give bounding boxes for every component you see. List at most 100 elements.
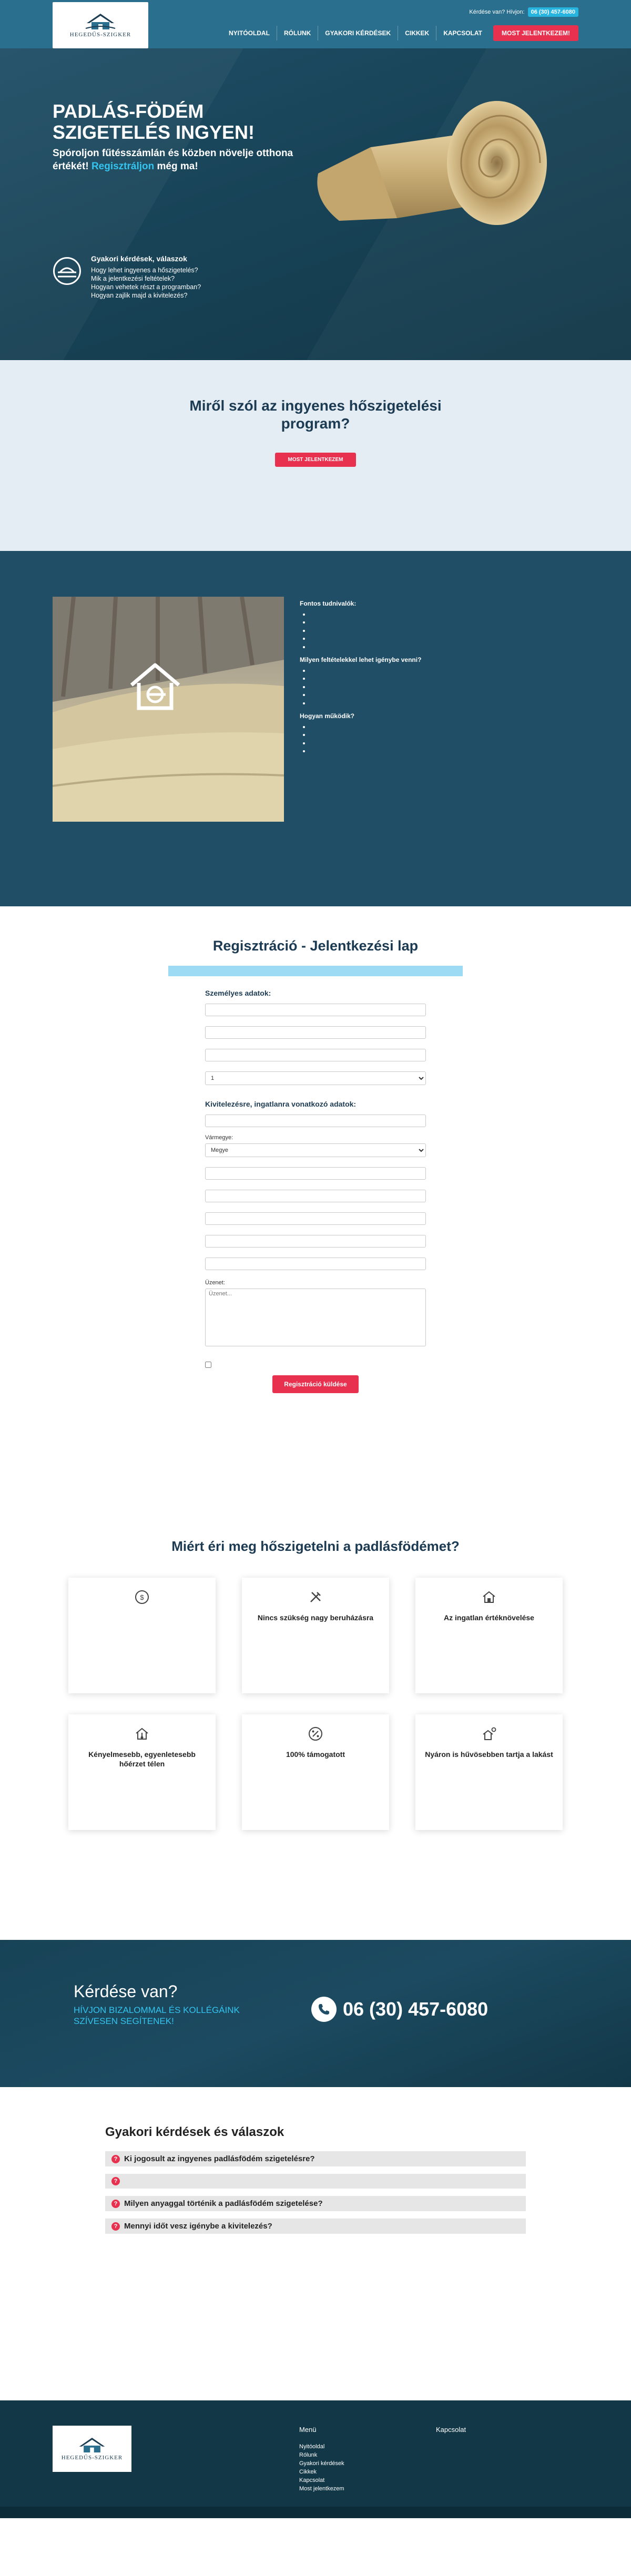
footer-menu-link[interactable]: Rólunk: [299, 2451, 436, 2459]
consent-checkbox[interactable]: [205, 1362, 211, 1368]
hero-faq-title: Gyakori kérdések, válaszok: [91, 254, 187, 263]
contact-subtitle-line: szívesen segítenek!: [74, 2016, 174, 2026]
question-icon: ?: [111, 2222, 120, 2231]
footer-contact: Kapcsolat: [436, 2426, 466, 2493]
message-field[interactable]: [205, 1289, 426, 1346]
details-item: [310, 635, 568, 643]
hero-register-link[interactable]: Regisztráljon: [91, 161, 154, 172]
details-heading-2: Milyen feltételekkel lehet igénybe venni…: [300, 656, 422, 663]
contact-subtitle: Hívjon bizalommal és kollégáink szívesen…: [74, 2005, 240, 2027]
logo-house-icon: [85, 13, 116, 29]
build-year-field[interactable]: [205, 1258, 426, 1270]
registration-section: Regisztráció - Jelentkezési lap Személye…: [0, 906, 631, 1524]
field-label: Vármegye:: [205, 1134, 233, 1141]
contact-phone-number: 06 (30) 457-6080: [343, 1998, 488, 2020]
contact-banner: Kérdése van? Hívjon bizalommal és kollég…: [0, 1940, 631, 2087]
contact-subtitle-line: Hívjon bizalommal és kollégáink: [74, 2005, 240, 2015]
name-field[interactable]: [205, 1004, 426, 1016]
main-nav: Nyitóoldal Rólunk Gyakori kérdések Cikke…: [222, 25, 578, 41]
benefit-title: Nyáron is hűvösebben tartja a lakást: [425, 1750, 553, 1759]
benefits-section: Miért éri meg hőszigetelni a padlásfödém…: [0, 1524, 631, 1940]
details-item: [310, 723, 568, 731]
form-section-property: Kivitelezésre, ingatlanra vonatkozó adat…: [205, 1100, 357, 1108]
top-question: Kérdése van? Hívjon:: [469, 9, 525, 15]
city-field[interactable]: [205, 1167, 426, 1180]
top-contact-bar: Kérdése van? Hívjon: 06 (30) 457-6080: [469, 7, 578, 17]
phone-icon: [311, 1997, 337, 2022]
address-field[interactable]: [205, 1235, 426, 1248]
registration-form: Személyes adatok: 1 Kivitelezésre, ingat…: [205, 989, 426, 1393]
faq-question[interactable]: ? Mennyi időt vesz igénybe a kivitelezés?: [105, 2219, 526, 2234]
county-select[interactable]: Megye: [205, 1143, 426, 1157]
contact-title: Kérdése van?: [74, 1982, 178, 2001]
field-label: Üzenet:: [205, 1280, 225, 1286]
zip-field[interactable]: [205, 1190, 426, 1202]
intro-title: Miről szól az ingyenes hőszigetelési pro…: [189, 397, 442, 432]
phone-field[interactable]: [205, 1049, 426, 1061]
details-section: Fontos tudnivalók: Milyen feltételekkel …: [0, 551, 631, 906]
house-insulation-icon: [130, 663, 180, 710]
footer-logo[interactable]: HEGEDŰS-SZIGKER: [53, 2426, 131, 2472]
footer-menu-link[interactable]: Kapcsolat: [299, 2476, 436, 2485]
question-icon: ?: [111, 2154, 120, 2163]
faq-title: Gyakori kérdések és válaszok: [105, 2125, 284, 2139]
svg-text:$: $: [140, 1593, 144, 1601]
attic-photo: [53, 597, 284, 822]
hero-faq-link[interactable]: Hogyan vehetek részt a programban?: [91, 283, 201, 291]
hero-faq-link[interactable]: Hogy lehet ingyenes a hőszigetelés?: [91, 266, 201, 274]
nav-cta-button[interactable]: Most jelentkezem!: [493, 25, 578, 41]
details-item: [310, 627, 568, 635]
faq-question[interactable]: ? Milyen anyaggal történik a padlásfödém …: [105, 2196, 526, 2211]
details-item: [310, 739, 568, 748]
parcel-number-field[interactable]: [205, 1212, 426, 1225]
intro-cta-button[interactable]: Most jelentkezem: [275, 453, 356, 467]
nav-home[interactable]: Nyitóoldal: [222, 26, 277, 40]
benefit-title: 100% támogatott: [286, 1750, 345, 1759]
hero-subtitle: Spóroljon fűtésszámlán és közben növelje…: [53, 147, 294, 173]
details-item: [310, 610, 568, 619]
benefit-title: Nincs szükség nagy beruházásra: [257, 1613, 374, 1622]
hero-faq-block: Gyakori kérdések, válaszok Hogy lehet in…: [53, 254, 201, 300]
footer-menu-link[interactable]: Most jelentkezem: [299, 2485, 436, 2493]
tools-icon: [310, 1592, 321, 1602]
form-section-personal: Személyes adatok:: [205, 989, 271, 997]
logo-name: HEGEDŰS-SZIGKER: [69, 31, 131, 38]
benefit-card: 100% támogatott: [242, 1714, 389, 1830]
footer-logo-name: HEGEDŰS-SZIGKER: [61, 2455, 123, 2461]
details-item: [310, 674, 568, 683]
question-icon: ?: [111, 2199, 120, 2208]
faq-question[interactable]: ? Ki jogosult az ingyenes padlásfödém szi…: [105, 2151, 526, 2166]
footer-contact-title: Kapcsolat: [436, 2426, 466, 2434]
faq-question-text: Ki jogosult az ingyenes padlásfödém szig…: [124, 2154, 315, 2163]
faq-question-text: Mennyi időt vesz igénybe a kivitelezés?: [124, 2222, 272, 2231]
nav-faq[interactable]: Gyakori kérdések: [318, 26, 398, 40]
email-field[interactable]: [205, 1026, 426, 1039]
percent-icon: [309, 1727, 322, 1741]
benefits-title: Miért éri meg hőszigetelni a padlásfödém…: [171, 1538, 460, 1554]
hero-faq-link[interactable]: Mik a jelentkezési feltételek?: [91, 274, 201, 283]
top-phone-link[interactable]: 06 (30) 457-6080: [527, 7, 578, 17]
benefit-card: Az ingatlan értéknövelése: [415, 1578, 563, 1693]
nav-contact[interactable]: Kapcsolat: [436, 26, 489, 40]
nav-articles[interactable]: Cikkek: [398, 26, 436, 40]
owner-count-select[interactable]: 1: [205, 1071, 426, 1085]
logo-house-icon: [79, 2438, 105, 2452]
hero-faq-link[interactable]: Hogyan zajlik majd a kivitelezés?: [91, 291, 201, 300]
details-heading-1: Fontos tudnivalók:: [300, 600, 357, 607]
roof-insulation-icon: [53, 257, 81, 285]
hero-subtitle-end: még ma!: [157, 161, 198, 172]
footer-menu-link[interactable]: Gyakori kérdések: [299, 2459, 436, 2468]
details-heading-3: Hogyan működik?: [300, 712, 355, 720]
footer-menu-link[interactable]: Nyitóoldal: [299, 2442, 436, 2451]
benefit-card: Nincs szükség nagy beruházásra: [242, 1578, 389, 1693]
submit-registration-button[interactable]: Regisztráció küldése: [272, 1375, 359, 1393]
footer-menu-title: Menü: [299, 2426, 317, 2434]
site-logo[interactable]: HEGEDŰS-SZIGKER: [53, 2, 148, 48]
details-item: [310, 643, 568, 651]
contact-phone-link[interactable]: 06 (30) 457-6080: [311, 1997, 488, 2022]
nav-about[interactable]: Rólunk: [276, 26, 318, 40]
copyright-bar: [0, 2507, 631, 2518]
faq-question[interactable]: ?: [105, 2174, 526, 2189]
insulation-size-field[interactable]: [205, 1115, 426, 1127]
footer-menu-link[interactable]: Cikkek: [299, 2468, 436, 2476]
